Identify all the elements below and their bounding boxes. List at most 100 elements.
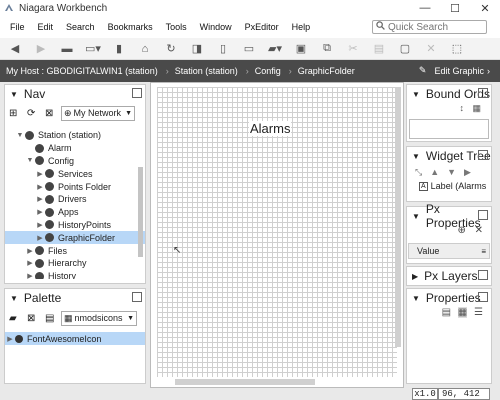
bound-ords-header[interactable]: ▼ Bound Ords (407, 85, 491, 103)
bookmark-icon[interactable]: ▮ (108, 40, 130, 58)
canvas-vertical-scrollbar[interactable] (395, 87, 401, 347)
path-station[interactable]: Station (station) (175, 66, 238, 76)
expand-arrow-icon[interactable]: ▶ (25, 259, 35, 267)
nav-tree-item[interactable]: ▶ Hierarchy (5, 257, 145, 270)
expand-arrow-icon[interactable]: ▶ (412, 272, 418, 281)
minimize-button[interactable]: — (410, 0, 440, 16)
nav-scrollbar[interactable] (138, 167, 143, 257)
path-graphicfolder[interactable]: GraphicFolder (298, 66, 355, 76)
expand-arrow-icon[interactable]: ▶ (35, 234, 45, 242)
value-column-header[interactable]: Value ≡ (408, 243, 490, 259)
grid-icon[interactable]: ▦ (472, 103, 481, 113)
open-palette-icon[interactable]: ▰ (9, 313, 23, 324)
paste-icon[interactable]: ▤ (368, 40, 390, 58)
property-grid-icon[interactable]: ▦ (457, 307, 468, 318)
nav-tree-item[interactable]: ▶ GraphicFolder (5, 231, 145, 245)
nav-tree-item[interactable]: ▶ Points Folder (5, 180, 145, 193)
sidebar-toggle-icon[interactable]: ◨ (186, 40, 208, 58)
px-layers-header[interactable]: ▶ Px Layers (407, 267, 491, 285)
home-icon[interactable]: ⌂ (134, 40, 156, 58)
widget-tree-header[interactable]: ▼ Widget Tree (407, 147, 491, 165)
path-config[interactable]: Config (255, 66, 281, 76)
refresh-icon[interactable]: ↻ (160, 40, 182, 58)
bound-ords-list[interactable] (409, 119, 489, 139)
maximize-panel-icon[interactable] (478, 292, 488, 302)
view-menu-icon[interactable]: ▭▾ (82, 40, 104, 58)
nav-tree-item[interactable]: ▶ Apps (5, 206, 145, 219)
forward-icon[interactable]: ▶ (30, 40, 52, 58)
collapse-arrow-icon[interactable]: ▼ (25, 157, 35, 164)
expand-icon[interactable]: ▶ (464, 167, 471, 178)
expand-arrow-icon[interactable]: ▶ (35, 195, 45, 203)
nav-tree-item[interactable]: ▶ History (5, 270, 145, 279)
menu-file[interactable]: File (10, 22, 25, 32)
expand-arrow-icon[interactable]: ▶ (25, 272, 35, 279)
expand-arrow-icon[interactable]: ▶ (35, 170, 45, 178)
close-tree-icon[interactable]: ⊠ (45, 108, 59, 119)
expand-arrow-icon[interactable]: ▶ (5, 335, 15, 343)
maximize-panel-icon[interactable] (478, 270, 488, 280)
maximize-panel-icon[interactable] (478, 150, 488, 160)
path-host[interactable]: My Host : GBODIGITALWIN1 (station) (6, 66, 158, 76)
collapse-arrow-icon[interactable]: ▼ (15, 132, 25, 139)
nav-tree-item[interactable]: ▶ Drivers (5, 193, 145, 206)
alarms-label-widget[interactable]: Alarms (249, 121, 292, 136)
palette-module-dropdown[interactable]: ▦ nmodsicons ▼ (61, 310, 137, 326)
collapse-arrow-icon[interactable]: ▼ (10, 90, 18, 99)
menu-search[interactable]: Search (66, 22, 95, 32)
menu-pxeditor[interactable]: PxEditor (245, 22, 279, 32)
nav-tree-item[interactable]: ▼ Config (5, 155, 145, 168)
nav-tree-item[interactable]: ▶ Files (5, 244, 145, 257)
property-list-icon[interactable]: ☰ (474, 307, 483, 318)
tree-icon[interactable]: ⊞ (9, 108, 23, 119)
maximize-button[interactable]: ☐ (440, 0, 470, 16)
edit-graphic-view-selector[interactable]: ✎ Edit Graphic › (419, 65, 490, 76)
nav-tree-item[interactable]: ▶ Services (5, 167, 145, 180)
expand-arrow-icon[interactable]: ▶ (35, 221, 45, 229)
px-properties-header[interactable]: ▼ Px Properties (407, 202, 491, 230)
close-button[interactable]: ✕ (470, 0, 500, 16)
column-menu-icon[interactable]: ≡ (481, 247, 486, 256)
nav-header[interactable]: ▼ Nav (5, 85, 145, 103)
graphic-canvas[interactable]: Alarms ↖ (150, 82, 404, 388)
quick-search-box[interactable] (372, 20, 487, 34)
palette-item[interactable]: ▶ FontAwesomeIcon (5, 332, 145, 345)
maximize-panel-icon[interactable] (132, 88, 142, 98)
menu-help[interactable]: Help (292, 22, 311, 32)
save-icon[interactable]: ▣ (290, 40, 312, 58)
duplicate-icon[interactable]: ▢ (394, 40, 416, 58)
down-icon[interactable]: ▼ (447, 167, 456, 177)
collapse-arrow-icon[interactable]: ▼ (412, 212, 420, 221)
maximize-panel-icon[interactable] (132, 292, 142, 302)
cut-icon[interactable]: ✂ (342, 40, 364, 58)
open-folder-icon[interactable]: ▰▾ (264, 40, 286, 58)
toolbar-more-icon[interactable]: ⬚ (446, 40, 468, 58)
menu-tools[interactable]: Tools (166, 22, 187, 32)
new-tab-icon[interactable]: ▭ (238, 40, 260, 58)
folder-up-icon[interactable]: ▬ (56, 40, 78, 58)
expand-arrow-icon[interactable]: ▶ (25, 247, 35, 255)
nav-tree-item[interactable]: Alarm (5, 142, 145, 155)
menu-edit[interactable]: Edit (38, 22, 54, 32)
delete-icon[interactable]: ✕ (420, 40, 442, 58)
palette-header[interactable]: ▼ Palette (5, 289, 145, 307)
menu-bookmarks[interactable]: Bookmarks (108, 22, 153, 32)
palette-list-icon[interactable]: ▤ (45, 313, 59, 324)
property-sheet-icon[interactable]: ▤ (442, 307, 451, 318)
collapse-arrow-icon[interactable]: ▼ (412, 152, 420, 161)
network-dropdown[interactable]: ⊕ My Network ▼ (61, 105, 135, 121)
sort-icon[interactable]: ↕ (459, 103, 464, 113)
back-icon[interactable]: ◀ (4, 40, 26, 58)
canvas-grid[interactable]: Alarms ↖ (157, 87, 397, 377)
maximize-panel-icon[interactable] (478, 210, 488, 220)
side-panel-icon[interactable]: ▯ (212, 40, 234, 58)
nav-tree-item[interactable]: ▶ HistoryPoints (5, 219, 145, 232)
widget-tree-item[interactable]: A Label (Alarms (407, 179, 491, 193)
copy-icon[interactable]: ⧉ (316, 40, 338, 58)
up-icon[interactable]: ▲ (430, 167, 439, 177)
menu-window[interactable]: Window (200, 22, 232, 32)
nav-tree-item[interactable]: ▼ Station (station) (5, 129, 145, 142)
collapse-arrow-icon[interactable]: ▼ (412, 90, 420, 99)
maximize-panel-icon[interactable] (478, 88, 488, 98)
close-palette-icon[interactable]: ⊠ (27, 313, 41, 324)
